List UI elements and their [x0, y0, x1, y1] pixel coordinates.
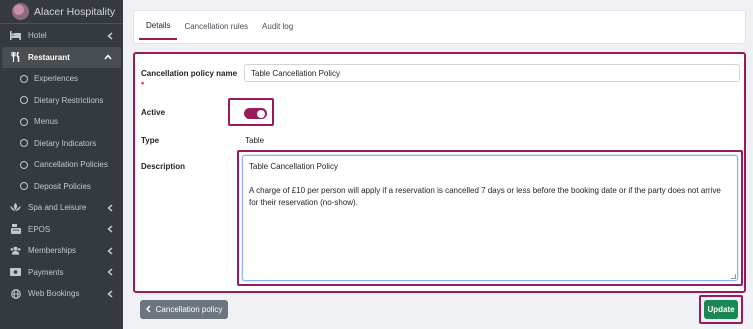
description-textarea[interactable]: [242, 155, 738, 281]
utensils-icon: [10, 52, 21, 63]
money-icon: [10, 267, 21, 278]
sidebar-item-payments[interactable]: Payments: [0, 262, 123, 284]
sidebar-subitem-experiences[interactable]: Experiences: [0, 68, 123, 90]
sidebar-item-label: Hotel: [28, 31, 47, 41]
sidebar-subitem-cancellation-policies[interactable]: Cancellation Policies: [0, 154, 123, 176]
active-toggle-highlight: [228, 98, 274, 126]
sidebar-item-label: Spa and Leisure: [28, 203, 87, 213]
circle-icon: [20, 139, 28, 148]
chevron-left-icon: [106, 247, 114, 255]
sidebar-subitem-label: Experiences: [34, 74, 79, 84]
sidebar-subitem-menus[interactable]: Menus: [0, 111, 123, 133]
back-to-cancellation-policy-button[interactable]: Cancellation policy: [140, 300, 228, 319]
sidebar: Alacer Hospitality Hotel Restaurant Expe…: [0, 0, 123, 329]
sidebar-subitem-label: Menus: [34, 117, 59, 127]
sidebar-item-label: Memberships: [28, 246, 77, 256]
circle-icon: [20, 96, 28, 105]
sidebar-item-epos[interactable]: EPOS: [0, 219, 123, 241]
brand-logo: [12, 3, 29, 20]
sidebar-subitem-dietary-restrictions[interactable]: Dietary Restrictions: [0, 90, 123, 112]
update-highlight: Update: [699, 295, 743, 324]
sidebar-item-label: EPOS: [28, 224, 51, 234]
sidebar-item-hotel[interactable]: Hotel: [0, 25, 123, 47]
users-icon: [10, 245, 21, 256]
type-value: Table: [245, 136, 265, 145]
sidebar-subitem-label: Dietary Restrictions: [34, 95, 104, 105]
policy-form: Cancellation policy name • Active Type T…: [133, 52, 746, 293]
circle-icon: [20, 182, 28, 191]
circle-icon: [20, 74, 28, 83]
sidebar-item-restaurant[interactable]: Restaurant: [2, 46, 121, 68]
description-highlight: [237, 150, 743, 286]
type-label: Type: [141, 136, 160, 145]
sidebar-item-label: Payments: [28, 267, 64, 277]
chevron-left-icon: [145, 304, 151, 315]
back-button-label: Cancellation policy: [155, 305, 223, 314]
sidebar-item-label: Restaurant: [28, 52, 70, 62]
sidebar-item-web-bookings[interactable]: Web Bookings: [0, 283, 123, 305]
active-toggle[interactable]: [244, 108, 267, 119]
sidebar-subitem-label: Dietary Indicators: [34, 138, 97, 148]
tab-audit-log[interactable]: Audit log: [255, 12, 300, 40]
sidebar-item-spa-and-leisure[interactable]: Spa and Leisure: [0, 197, 123, 219]
cash-register-icon: [10, 224, 21, 235]
resize-grip-icon[interactable]: [731, 274, 736, 279]
toggle-knob: [257, 109, 265, 118]
chevron-left-icon: [106, 268, 114, 276]
chevron-left-icon: [106, 225, 114, 233]
brand-name: Alacer Hospitality: [34, 5, 116, 18]
chevron-left-icon: [106, 290, 114, 298]
description-label: Description: [141, 162, 186, 171]
sidebar-subitem-deposit-policies[interactable]: Deposit Policies: [0, 176, 123, 198]
policy-name-input[interactable]: [244, 64, 740, 82]
chevron-up-icon: [104, 53, 112, 61]
brand[interactable]: Alacer Hospitality: [0, 0, 123, 24]
tab-cancellation-rules[interactable]: Cancellation rules: [177, 12, 255, 40]
circle-icon: [20, 117, 28, 126]
sidebar-item-memberships[interactable]: Memberships: [0, 240, 123, 262]
sidebar-item-label: Web Bookings: [28, 289, 80, 299]
tabs-bar: Details Cancellation rules Audit log: [133, 10, 746, 44]
name-label: Cancellation policy name: [141, 69, 238, 78]
sidebar-subitem-dietary-indicators[interactable]: Dietary Indicators: [0, 133, 123, 155]
active-label: Active: [141, 108, 166, 117]
required-indicator: •: [141, 78, 145, 88]
globe-icon: [10, 288, 21, 299]
chevron-left-icon: [106, 32, 114, 40]
bed-icon: [10, 30, 21, 41]
sidebar-nav: Hotel Restaurant Experiences Dietary Res…: [0, 25, 123, 305]
spa-icon: [10, 202, 21, 213]
circle-icon: [20, 160, 28, 169]
tab-details[interactable]: Details: [139, 12, 178, 40]
sidebar-subitem-label: Deposit Policies: [34, 181, 91, 191]
sidebar-subitem-label: Cancellation Policies: [34, 160, 108, 170]
update-button[interactable]: Update: [704, 300, 738, 319]
chevron-left-icon: [106, 204, 114, 212]
